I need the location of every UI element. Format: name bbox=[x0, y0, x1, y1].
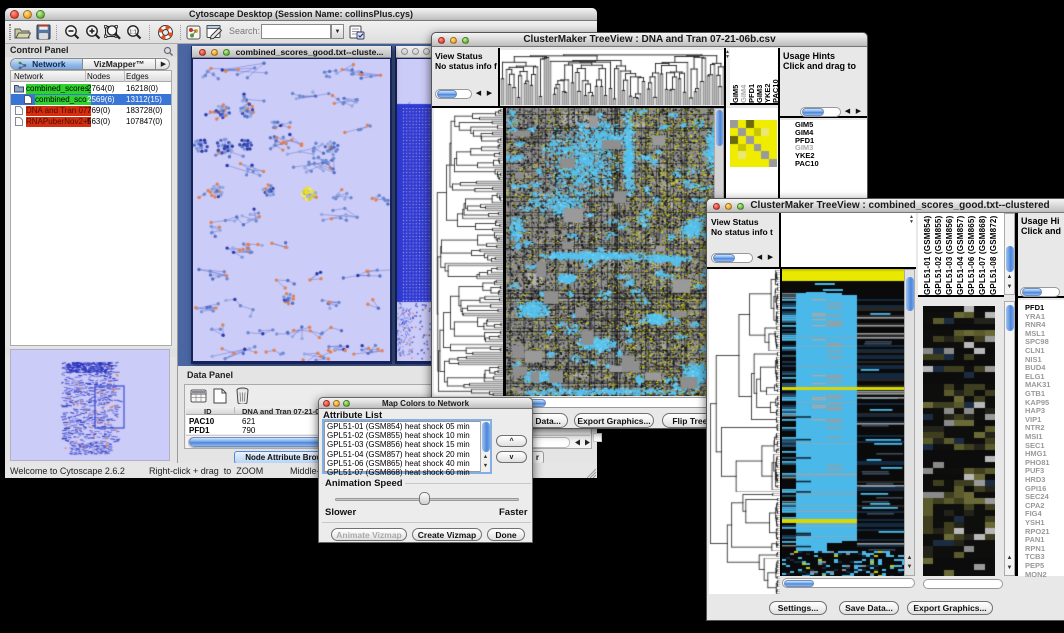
svg-text:1:1: 1:1 bbox=[129, 29, 137, 35]
